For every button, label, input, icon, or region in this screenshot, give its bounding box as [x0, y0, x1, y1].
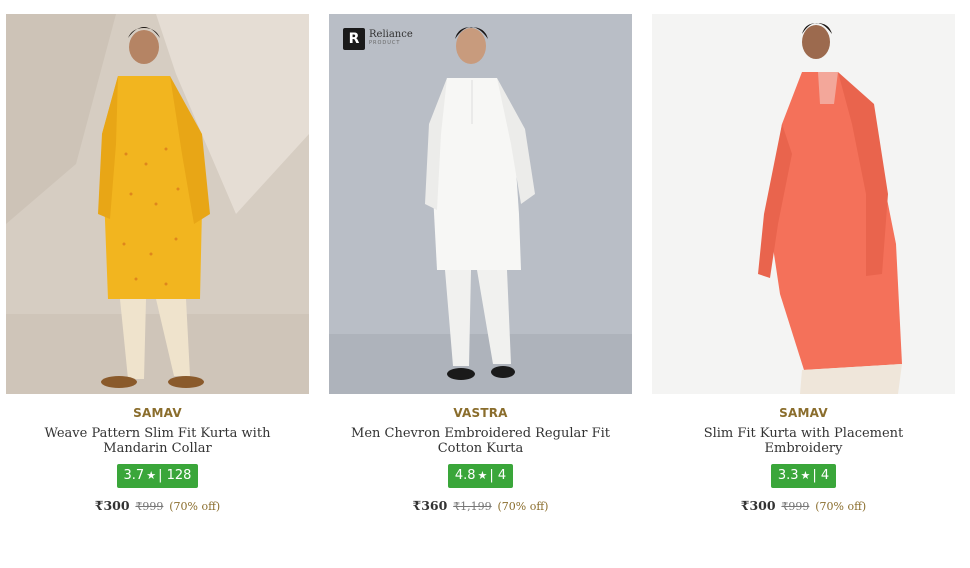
rating-badge: 4.8 ★ | 4: [447, 464, 514, 488]
product-title[interactable]: Weave Pattern Slim Fit Kurta with Mandar…: [18, 426, 298, 456]
review-count: 4: [820, 468, 830, 483]
rating-separator: |: [158, 468, 163, 483]
product-photo: [329, 14, 632, 394]
selling-price: ₹300: [740, 498, 776, 513]
badge-subtitle: PRODUCT: [369, 40, 401, 46]
price-row: ₹300 ₹999 (70% off): [6, 498, 309, 513]
original-price: ₹1,199: [453, 500, 492, 513]
original-price: ₹999: [781, 500, 810, 513]
badge-name: Reliance: [369, 29, 413, 40]
product-brand: SAMAV: [133, 406, 182, 420]
product-card[interactable]: R Reliance PRODUCT VASTRA Men Chevron Em…: [329, 14, 632, 513]
original-price: ₹999: [135, 500, 164, 513]
review-count: 4: [497, 468, 507, 483]
reliance-logo: R Reliance PRODUCT: [343, 28, 413, 50]
product-brand: VASTRA: [453, 406, 508, 420]
rating-badge: 3.3 ★ | 4: [770, 464, 837, 488]
product-brand: SAMAV: [779, 406, 828, 420]
product-image[interactable]: R Reliance PRODUCT: [329, 14, 632, 394]
rating-value: 3.7: [123, 468, 145, 483]
product-card[interactable]: SAMAV Weave Pattern Slim Fit Kurta with …: [6, 14, 309, 513]
star-icon: ★: [146, 469, 157, 482]
discount-percent: (70% off): [815, 500, 867, 513]
product-grid: SAMAV Weave Pattern Slim Fit Kurta with …: [0, 0, 970, 568]
product-image[interactable]: [652, 14, 955, 394]
reliance-mark-icon: R: [343, 28, 365, 50]
star-icon: ★: [800, 469, 811, 482]
discount-percent: (70% off): [169, 500, 221, 513]
selling-price: ₹360: [412, 498, 448, 513]
star-icon: ★: [477, 469, 488, 482]
product-title[interactable]: Slim Fit Kurta with Placement Embroidery: [664, 426, 944, 456]
selling-price: ₹300: [94, 498, 130, 513]
product-image[interactable]: [6, 14, 309, 394]
product-photo: [652, 14, 955, 394]
price-row: ₹360 ₹1,199 (70% off): [329, 498, 632, 513]
price-row: ₹300 ₹999 (70% off): [652, 498, 955, 513]
rating-separator: |: [489, 468, 494, 483]
review-count: 128: [166, 468, 192, 483]
product-card[interactable]: SAMAV Slim Fit Kurta with Placement Embr…: [652, 14, 955, 513]
product-title[interactable]: Men Chevron Embroidered Regular Fit Cott…: [341, 426, 621, 456]
discount-percent: (70% off): [497, 500, 549, 513]
rating-separator: |: [812, 468, 817, 483]
rating-value: 3.3: [777, 468, 799, 483]
rating-value: 4.8: [454, 468, 476, 483]
rating-badge: 3.7 ★ | 128: [116, 464, 199, 488]
product-photo: [6, 14, 309, 394]
